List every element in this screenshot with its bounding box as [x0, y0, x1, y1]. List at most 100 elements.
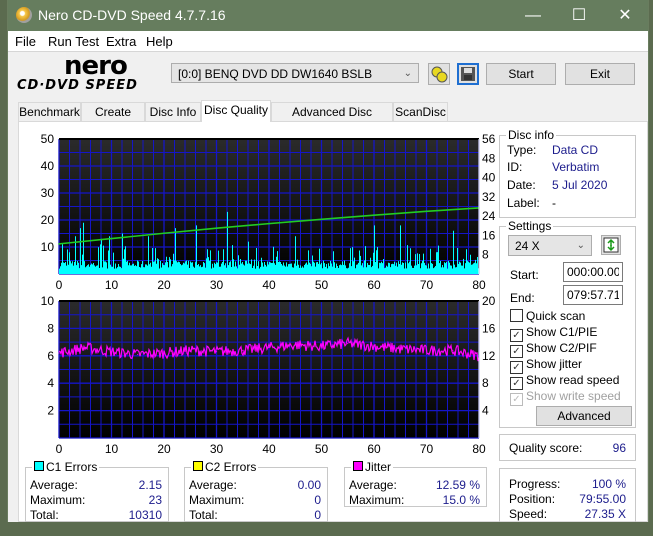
c1-errors-title: C1 Errors — [32, 460, 100, 474]
c2-average-value: 0.00 — [297, 478, 321, 492]
disc-label-value: - — [552, 196, 556, 210]
tab-advanced-disc-quality[interactable]: Advanced Disc Quality — [271, 102, 393, 137]
settings-group: Settings 24 X ⌄ Start: End: Quick scan ✓… — [499, 219, 636, 428]
x-tick-label: 40 — [262, 278, 276, 292]
y-tick-label-right: 24 — [482, 209, 496, 223]
jitter-maximum-value: 15.0 % — [442, 493, 480, 507]
quality-score-value: 96 — [612, 441, 626, 455]
check-icon: ✓ — [510, 393, 523, 406]
c2-maximum-value: 0 — [314, 493, 321, 507]
jitter-point — [347, 342, 349, 345]
jitter-point — [294, 344, 296, 346]
x-tick-label: 20 — [157, 278, 171, 292]
cd-dvd-speed-logo: CD·DVD SPEED — [17, 78, 138, 93]
read-speed-point — [425, 210, 428, 213]
y-tick-label-right: 20 — [482, 294, 496, 308]
c2-total-value: 0 — [314, 508, 321, 522]
maximize-button[interactable]: ☐ — [556, 0, 602, 31]
quick-scan-label: Quick scan — [526, 309, 586, 323]
drive-info-button[interactable] — [428, 63, 450, 85]
c1-maximum-value: 23 — [148, 493, 162, 507]
y-tick-label-right: 12 — [482, 349, 496, 363]
x-tick-label: 60 — [367, 278, 381, 292]
refresh-speed-button[interactable] — [601, 235, 621, 255]
c1-average-label: Average: — [30, 478, 78, 492]
c1-legend-swatch — [34, 461, 44, 471]
speed-select[interactable]: 24 X ⌄ — [508, 235, 592, 256]
progress-group: Progress: 100 % Position: 79:55.00 Speed… — [499, 468, 636, 522]
x-tick-label: 60 — [367, 442, 381, 456]
toolbar: nero CD·DVD SPEED [0:0] BENQ DVD DD DW16… — [8, 51, 648, 96]
y-tick-label-left: 40 — [41, 159, 55, 173]
show-read-speed-checkbox[interactable]: ✓ Show read speed — [510, 373, 619, 390]
tab-disc-info[interactable]: Disc Info — [145, 102, 201, 121]
jitter-average-value: 12.59 % — [435, 478, 480, 492]
tab-benchmark[interactable]: Benchmark — [18, 102, 81, 121]
drive-select-value: [0:0] BENQ DVD DD DW1640 BSLB — [178, 67, 373, 81]
disc-date-label: Date: — [507, 178, 536, 192]
jitter-title: Jitter — [351, 460, 394, 474]
quick-scan-checkbox[interactable]: Quick scan — [510, 309, 585, 323]
drive-select[interactable]: [0:0] BENQ DVD DD DW1640 BSLB ⌄ — [171, 63, 419, 83]
start-time-input[interactable] — [563, 262, 623, 282]
menu-run-test[interactable]: Run Test — [48, 34, 99, 49]
settings-title: Settings — [506, 219, 554, 233]
show-c2-pif-checkbox[interactable]: ✓ Show C2/PIF — [510, 341, 597, 358]
y-tick-label-left: 10 — [41, 294, 55, 308]
refresh-icon — [603, 237, 619, 253]
exit-button[interactable]: Exit — [565, 63, 635, 85]
y-tick-label-right: 8 — [482, 248, 489, 262]
jitter-point — [242, 349, 244, 351]
x-tick-label: 10 — [105, 442, 119, 456]
close-button[interactable]: ✕ — [602, 0, 648, 31]
jitter-point — [137, 353, 139, 356]
read-speed-point — [320, 218, 323, 221]
menu-file[interactable]: File — [15, 34, 36, 49]
c2-errors-title-text: C2 Errors — [205, 460, 257, 474]
nero-app-icon — [16, 7, 32, 23]
progress-label: Progress: — [509, 477, 561, 491]
y-tick-label-right: 16 — [482, 228, 496, 242]
menu-help[interactable]: Help — [146, 34, 173, 49]
y-tick-label-right: 40 — [482, 171, 496, 185]
jitter-maximum-label: Maximum: — [349, 493, 405, 507]
tab-disc-quality[interactable]: Disc Quality — [201, 100, 271, 122]
position-value: 79:55.00 — [579, 492, 626, 506]
y-tick-label-right: 4 — [482, 404, 489, 418]
read-speed-point — [268, 222, 270, 225]
y-tick-label-left: 20 — [41, 213, 55, 227]
disc-quality-panel: 0 10 20 30 40 50 60 70 80 10 20 30 40 50 8 16 24 32 40 48 56… — [18, 121, 648, 522]
x-tick-label: 30 — [210, 442, 224, 456]
menu-extra[interactable]: Extra — [106, 34, 136, 49]
x-tick-label: 10 — [105, 278, 119, 292]
jitter-point — [110, 351, 113, 353]
quality-score-label: Quality score: — [509, 441, 583, 455]
discs-icon — [431, 66, 448, 83]
show-jitter-checkbox[interactable]: ✓ Show jitter — [510, 357, 582, 374]
tab-create-disc[interactable]: Create Disc — [81, 102, 145, 137]
end-time-input[interactable] — [563, 285, 623, 305]
y-tick-label-left: 2 — [47, 404, 54, 418]
show-c1-pie-checkbox[interactable]: ✓ Show C1/PIE — [510, 325, 597, 342]
y-tick-label-right: 16 — [482, 321, 496, 335]
y-tick-label-left: 4 — [47, 376, 54, 390]
x-tick-label: 50 — [315, 278, 329, 292]
y-tick-label-right: 8 — [482, 376, 489, 390]
c1-maximum-label: Maximum: — [30, 493, 86, 507]
nero-logo: nero — [64, 51, 128, 81]
y-tick-label-left: 10 — [41, 240, 55, 254]
c1-total-value: 10310 — [128, 508, 162, 522]
tab-scandisc[interactable]: ScanDisc — [393, 102, 448, 121]
c1-errors-title-text: C1 Errors — [46, 460, 98, 474]
read-speed-point — [163, 232, 165, 235]
jitter-point — [452, 349, 454, 351]
save-button[interactable] — [457, 63, 479, 85]
y-tick-label-right: 32 — [482, 190, 496, 204]
start-button[interactable]: Start — [486, 63, 556, 85]
minimize-button[interactable]: — — [510, 0, 556, 31]
show-write-speed-checkbox: ✓ Show write speed — [510, 389, 621, 406]
jitter-legend-swatch — [353, 461, 363, 471]
advanced-button[interactable]: Advanced — [536, 406, 632, 426]
c2-errors-title: C2 Errors — [191, 460, 259, 474]
c2-legend-swatch — [193, 461, 203, 471]
